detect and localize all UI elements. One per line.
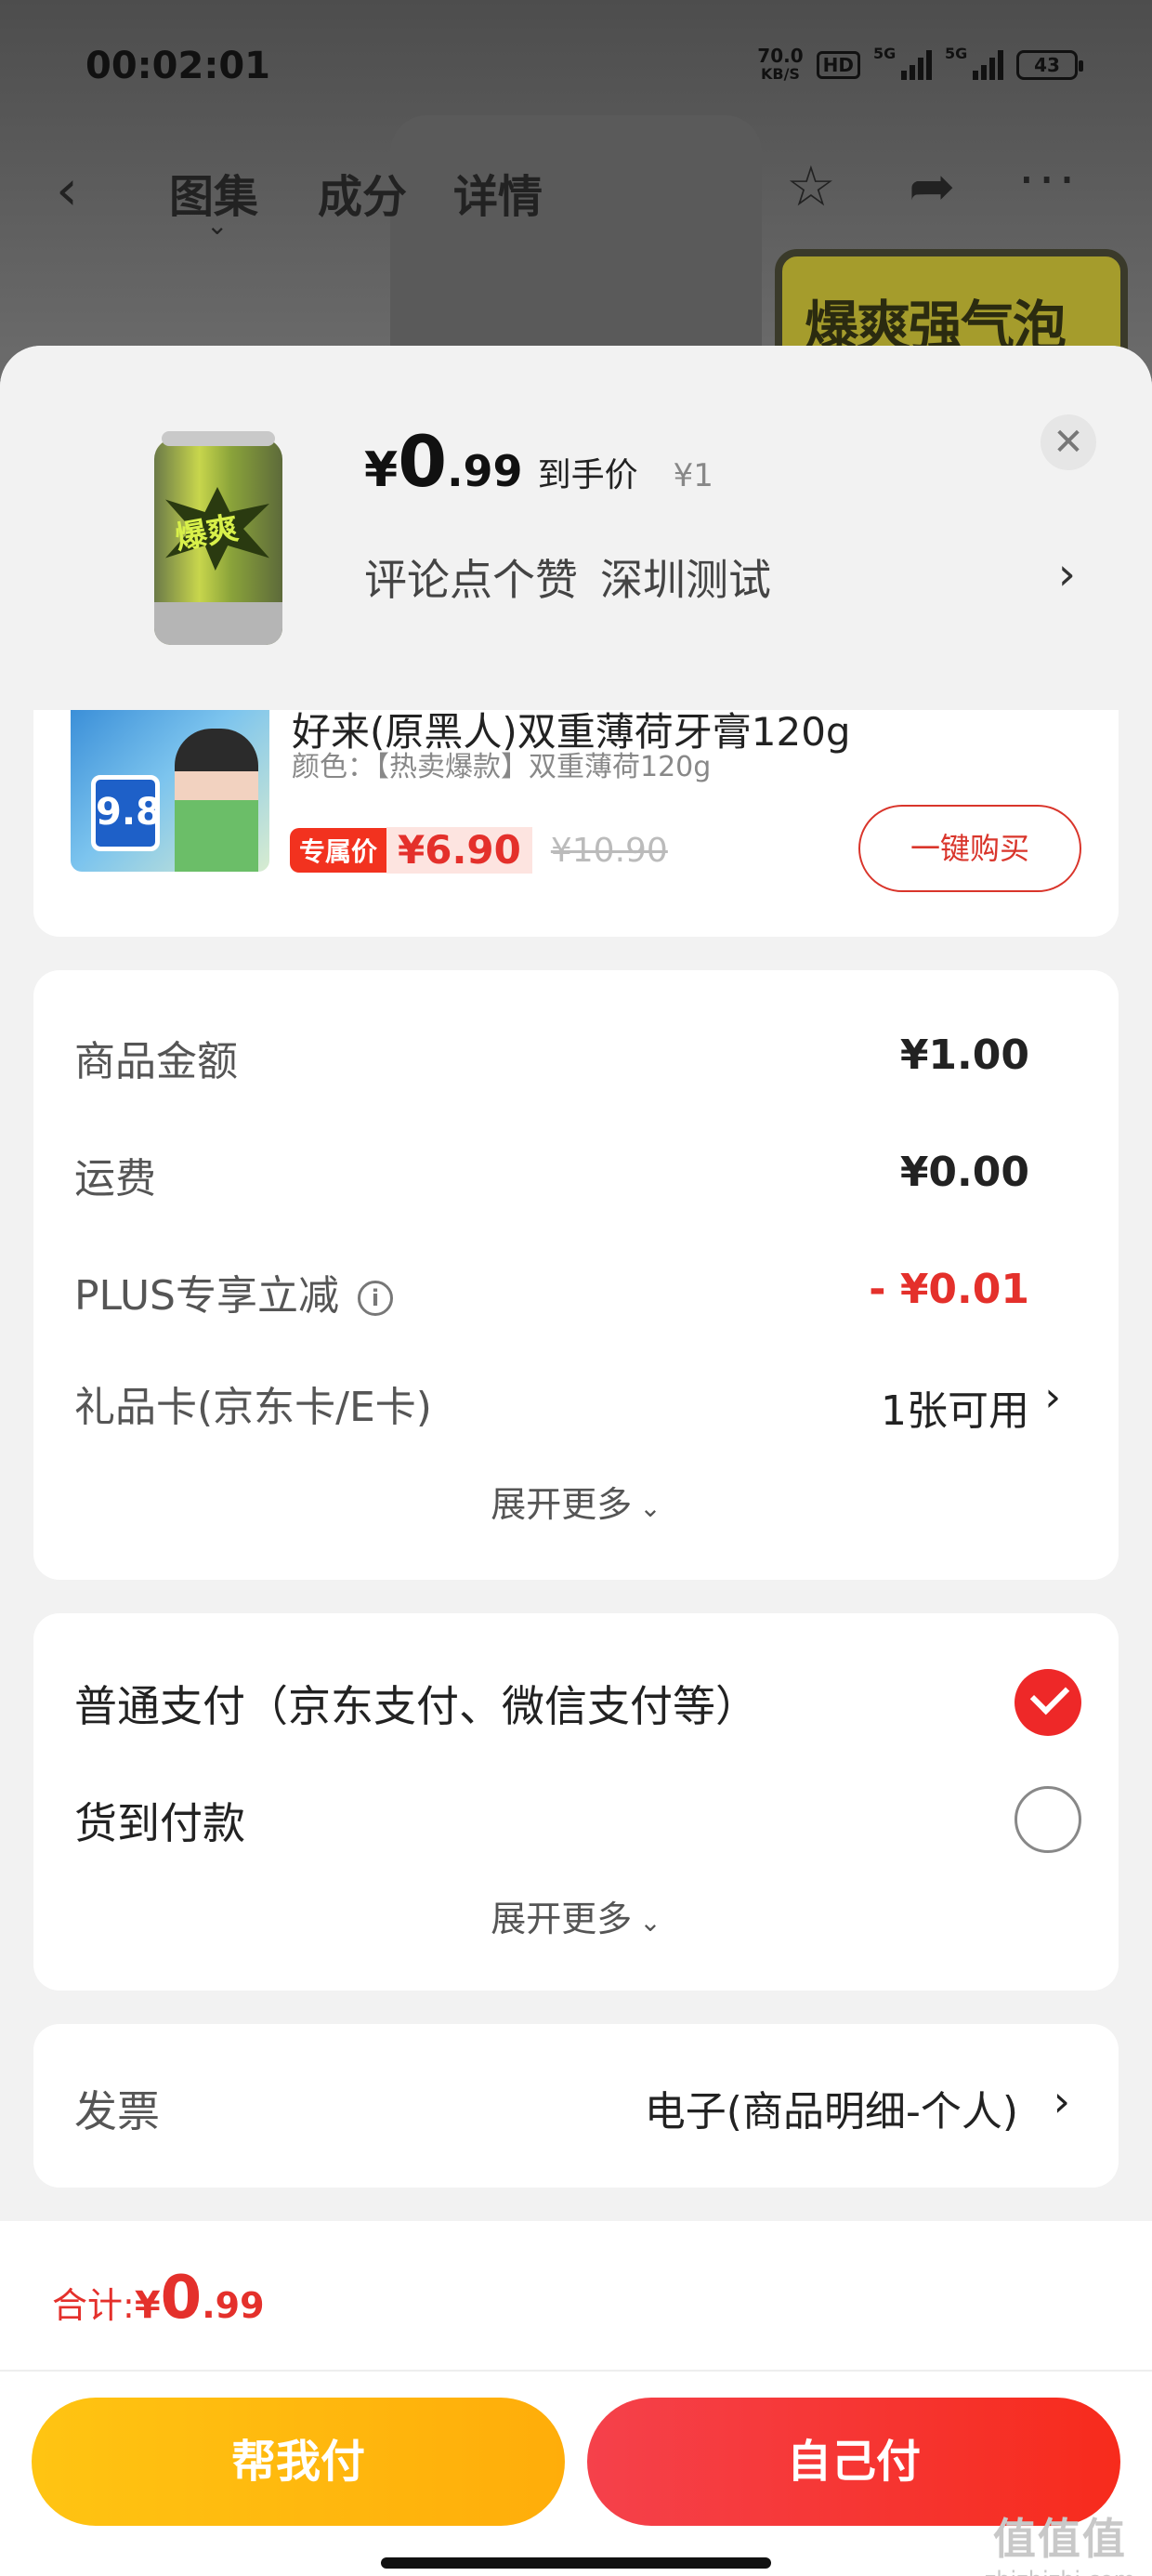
signal-label-1: 5G — [873, 45, 897, 62]
tab-ingredients[interactable]: 成分 — [318, 160, 407, 225]
total-label: 合计: — [52, 2285, 135, 2326]
fee-label: 礼品卡(京东卡/E卡) — [74, 1384, 432, 1431]
payment-option-label: 货到付款 — [74, 1798, 245, 1848]
original-price: ¥1 — [673, 457, 713, 494]
chevron-down-icon: ⌄ — [639, 1492, 661, 1523]
payment-method-card: 普通支付（京东支付、微信支付等） 货到付款 展开更多 ⌄ — [33, 1613, 1119, 1991]
one-click-buy-button[interactable]: 一键购买 — [858, 805, 1081, 892]
price-decimal: .99 — [447, 446, 523, 496]
sheet-header: 爆爽 ¥ 0 .99 到手价 ¥1 评论点个赞 深圳测试 › ✕ — [0, 346, 1152, 710]
payment-option-standard[interactable]: 普通支付（京东支付、微信支付等） — [74, 1663, 1081, 1738]
checkout-sheet: 爆爽 ¥ 0 .99 到手价 ¥1 评论点个赞 深圳测试 › ✕ 9.8 好来(原… — [0, 346, 1152, 2576]
recommended-price: 专属价 ¥6.90 ¥10.90 — [290, 827, 668, 874]
hd-icon: HD — [816, 51, 860, 79]
payment-option-cod[interactable]: 货到付款 — [74, 1781, 1081, 1855]
chevron-down-icon: ⌄ — [639, 1907, 661, 1938]
active-tab-chevron-icon: ⌄ — [206, 210, 229, 241]
status-time: 00:02:01 — [85, 45, 270, 87]
promo-line[interactable]: 评论点个赞 深圳测试 — [364, 546, 771, 608]
watermark-site: zhizhizhi.com — [985, 2567, 1135, 2576]
fee-value: ¥1.00 — [899, 1032, 1029, 1079]
price-currency: ¥ — [364, 442, 399, 498]
fee-label: PLUS专享立减 i — [74, 1262, 393, 1321]
plus-discount-label: PLUS专享立减 — [74, 1272, 339, 1320]
total-integer: 0 — [160, 2264, 203, 2333]
expand-more-label: 展开更多 — [491, 1484, 633, 1525]
fee-row-gift-card[interactable]: 礼品卡(京东卡/E卡) 1张可用 › — [74, 1373, 1061, 1435]
radio-unchecked-icon[interactable] — [1015, 1786, 1081, 1853]
expand-more-fees[interactable]: 展开更多 ⌄ — [33, 1476, 1119, 1527]
fee-label: 运费 — [74, 1155, 156, 1203]
status-icons: 70.0 KB/S HD 5G 5G 43 — [757, 45, 1083, 84]
back-arrow-icon[interactable]: ‹ — [56, 158, 78, 223]
expand-more-payment[interactable]: 展开更多 ⌄ — [33, 1890, 1119, 1941]
expand-more-label: 展开更多 — [491, 1899, 633, 1939]
fee-value: 1张可用 — [881, 1387, 1029, 1435]
promo-tag-1: 评论点个赞 — [364, 555, 578, 605]
background-page: 爆爽强气泡 00:02:01 70.0 KB/S HD 5G 5G 43 ‹ 图集… — [0, 0, 1152, 390]
payment-option-label: 普通支付（京东支付、微信支付等） — [74, 1681, 758, 1731]
home-indicator[interactable] — [381, 2557, 771, 2569]
chevron-right-icon[interactable]: › — [1058, 548, 1076, 600]
recommended-product-card: 9.8 好来(原黑人)双重薄荷牙膏120g 颜色：【热卖爆款】双重薄荷120g … — [33, 710, 1119, 937]
product-thumbnail: 爆爽 — [149, 431, 288, 645]
fee-row-shipping: 运费 ¥0.00 — [74, 1145, 1029, 1203]
fee-value: ¥0.00 — [899, 1149, 1029, 1196]
can-bottom — [154, 602, 282, 645]
fee-label: 商品金额 — [74, 1038, 238, 1085]
fee-row-goods: 商品金额 ¥1.00 — [74, 1028, 1029, 1085]
watermark-logo: 值值值 — [992, 2514, 1127, 2564]
watermark: 值值值 zhizhizhi.com — [985, 2505, 1135, 2576]
price-label: 到手价 — [537, 456, 638, 494]
rating-badge: 9.8 — [91, 775, 162, 851]
close-icon[interactable]: ✕ — [1041, 414, 1096, 470]
recommended-original-price: ¥10.90 — [550, 831, 668, 870]
chevron-right-icon[interactable]: › — [1044, 1373, 1061, 1421]
radio-checked-icon[interactable] — [1015, 1669, 1081, 1736]
product-nav-bar: ‹ 图集 ⌄ 成分 详情 ☆ ➦ ··· — [0, 149, 1152, 241]
checkout-footer: 合计: ¥ 0 .99 帮我付 自己付 值值值zhizhizhi.com — [0, 2221, 1152, 2576]
exclusive-price-tag: 专属价 — [290, 828, 387, 873]
invoice-label: 发票 — [74, 2086, 160, 2136]
total-decimal: .99 — [202, 2285, 265, 2326]
toothpaste-product-image[interactable]: 9.8 — [71, 710, 269, 872]
invoice-value: 电子(商品明细-个人) — [644, 2088, 1018, 2136]
info-icon[interactable]: i — [358, 1281, 393, 1316]
more-icon[interactable]: ··· — [1018, 151, 1079, 211]
network-speed-unit: KB/S — [760, 65, 800, 83]
network-speed-value: 70.0 — [757, 45, 804, 67]
signal-icon-2: 5G — [945, 45, 1003, 80]
fee-value: - ¥0.01 — [869, 1266, 1029, 1313]
battery-icon: 43 — [1016, 50, 1083, 80]
chevron-right-icon[interactable]: › — [1054, 2076, 1070, 2126]
promo-tag-2: 深圳测试 — [600, 555, 771, 605]
model-figure — [175, 729, 258, 872]
tab-details[interactable]: 详情 — [453, 160, 543, 225]
fee-summary-card: 商品金额 ¥1.00 运费 ¥0.00 PLUS专享立减 i - ¥0.01 礼品… — [33, 970, 1119, 1580]
star-icon[interactable]: ☆ — [786, 154, 836, 219]
signal-label-2: 5G — [945, 45, 968, 62]
order-total: 合计: ¥ 0 .99 — [52, 2264, 265, 2333]
help-me-pay-button[interactable]: 帮我付 — [32, 2398, 565, 2526]
network-speed: 70.0 KB/S — [757, 46, 803, 84]
final-price: ¥ 0 .99 到手价 ¥1 — [364, 420, 713, 503]
status-bar: 00:02:01 70.0 KB/S HD 5G 5G 43 — [0, 0, 1152, 139]
can-lid — [162, 431, 275, 446]
divider — [0, 2370, 1152, 2372]
total-currency: ¥ — [134, 2284, 161, 2327]
exclusive-price: ¥6.90 — [386, 827, 532, 874]
share-icon[interactable]: ➦ — [909, 154, 955, 219]
recommended-product-spec: 颜色：【热卖爆款】双重薄荷120g — [292, 751, 712, 783]
price-integer: 0 — [398, 420, 448, 503]
fee-row-plus-discount: PLUS专享立减 i - ¥0.01 — [74, 1262, 1029, 1321]
invoice-card[interactable]: 发票 电子(商品明细-个人) › — [33, 2024, 1119, 2188]
signal-icon-1: 5G — [873, 45, 932, 80]
